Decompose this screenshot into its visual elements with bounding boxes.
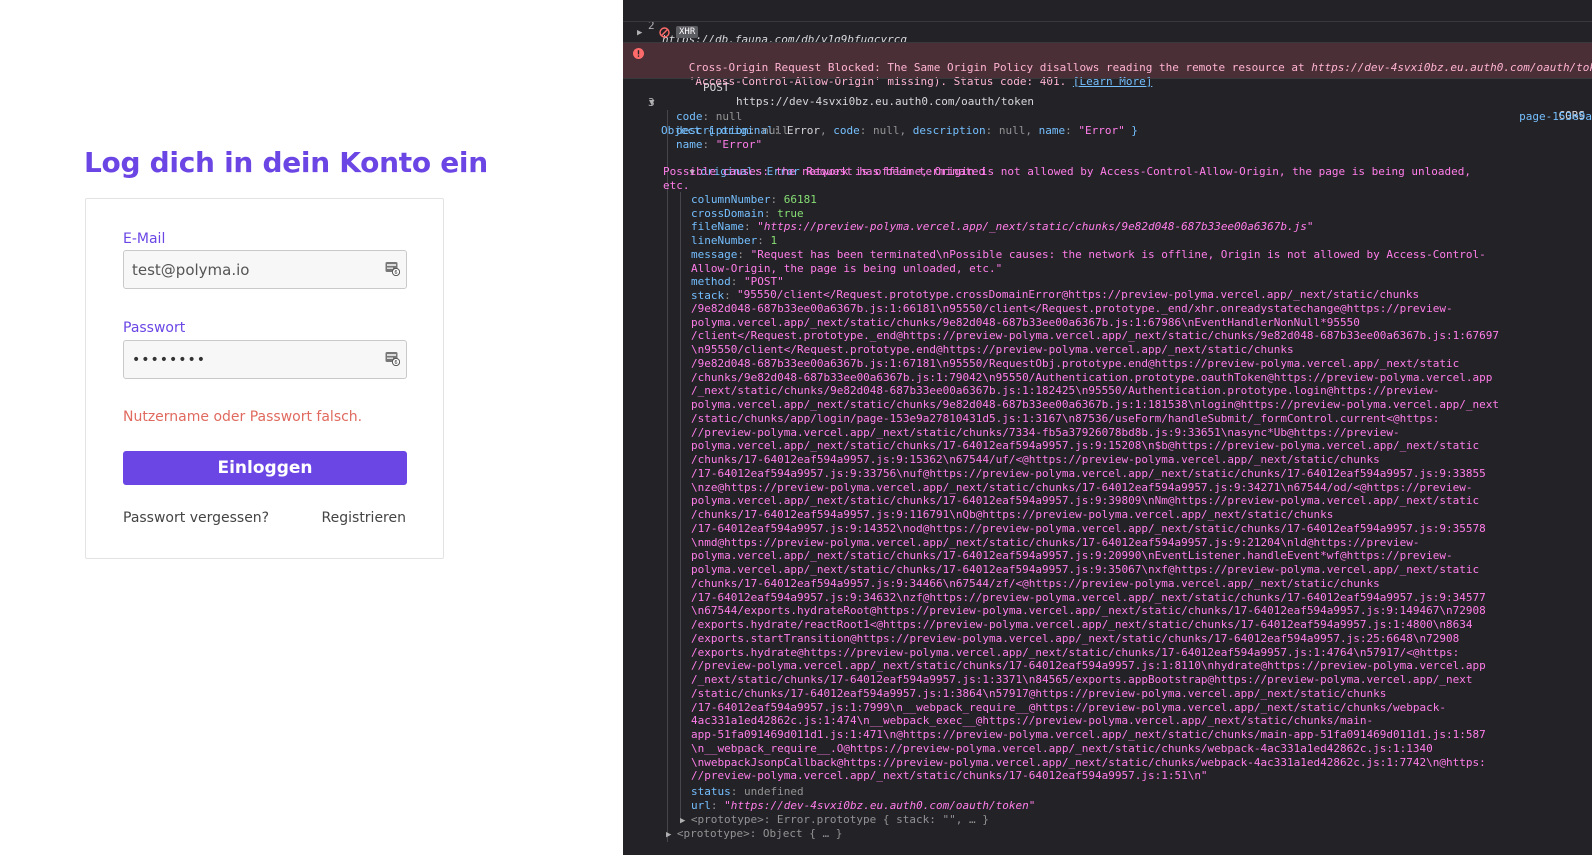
- stack-line: polyma.vercel.app/_next/static/chunks/17…: [691, 494, 1480, 508]
- prop-line-number: lineNumber: 1: [691, 234, 778, 247]
- stack-line: /exports.startTransition@https://preview…: [691, 631, 1460, 645]
- expand-arrow-icon[interactable]: ▶: [680, 816, 691, 826]
- stack-line: polyma.vercel.app/_next/static/chunks/17…: [691, 439, 1480, 453]
- svg-text:6: 6: [394, 270, 397, 276]
- stack-line: \n67544/exports.hydrateRoot@https://prev…: [691, 604, 1486, 618]
- stack-line: /9e82d048-687b33ee00a6367b.js:1:67181\n9…: [691, 356, 1460, 370]
- prop-name: name: "Error": [676, 138, 763, 151]
- prop-code: code: null: [676, 110, 743, 123]
- error-url[interactable]: https://dev-4svxi0bz.eu.auth0.com/oauth/…: [1311, 61, 1592, 74]
- stack-line: 4ac331a1ed42862c.js:1:474\n__webpack_exe…: [691, 714, 1374, 728]
- devtools-console: 2 https://db.fauna.com/db/y1g9bfuqcyrcq …: [623, 0, 1592, 855]
- forgot-password-link[interactable]: Passwort vergessen?: [123, 510, 269, 526]
- prop-description: description: null: [676, 124, 789, 137]
- prototype-row[interactable]: ▶ <prototype>: Object { … }: [666, 827, 1592, 843]
- stack-trace: "95550/client</Request.prototype.crossDo…: [691, 288, 1591, 783]
- stack-line: //preview-polyma.vercel.app/_next/static…: [691, 425, 1400, 439]
- email-field[interactable]: [123, 250, 407, 289]
- stack-line: polyma.vercel.app/_next/static/chunks/17…: [691, 549, 1453, 563]
- email-label: E-Mail: [123, 231, 166, 247]
- stack-line: //preview-polyma.vercel.app/_next/static…: [691, 769, 1208, 783]
- stack-line: /static/chunks/app/login/page-153e9a2781…: [691, 411, 1440, 425]
- stack-line: /exports.hydrate@https://preview-polyma.…: [691, 645, 1460, 659]
- stack-line: //preview-polyma.vercel.app/_next/static…: [691, 659, 1486, 673]
- tree-guide: [680, 192, 681, 822]
- stack-line: \nze@https://preview-polyma.vercel.app/_…: [691, 480, 1473, 494]
- prop-method: method: "POST": [691, 275, 784, 288]
- stack-line: /chunks/17-64012eaf594a9957.js:9:15362\n…: [691, 453, 1380, 466]
- stack-line: /chunks/17-64012eaf594a9957.js:9:116791\…: [691, 508, 1334, 521]
- stack-line: /17-64012eaf594a9957.js:9:14352\nod@http…: [691, 521, 1486, 535]
- collapse-arrow-icon[interactable]: ▼: [649, 97, 654, 111]
- stack-line: \n95550/client</Request.prototype.end@ht…: [691, 343, 1294, 356]
- stack-line: polyma.vercel.app/_next/static/chunks/9e…: [691, 315, 1360, 329]
- error-causes-text: Possible causes: the network is offline,…: [663, 165, 1471, 178]
- prop-cross-domain: crossDomain: true: [691, 207, 804, 220]
- xhr-badge: XHR: [676, 26, 699, 38]
- prop-message: message: "Request has been terminated\nP…: [691, 248, 1486, 261]
- stack-line: \nmd@https://preview-polyma.vercel.app/_…: [691, 535, 1420, 549]
- stack-line: /17-64012eaf594a9957.js:9:34632\nzf@http…: [691, 590, 1486, 604]
- stack-line: polyma.vercel.app/_next/static/chunks/9e…: [691, 398, 1499, 411]
- stack-line: \n__webpack_require__.O@https://preview-…: [691, 741, 1433, 755]
- tree-guide: [667, 110, 668, 842]
- login-card: E-Mail 6 Passwort 6 Nutzername oder Pass…: [85, 198, 444, 559]
- password-manager-icon[interactable]: 6: [385, 261, 400, 276]
- login-page: Log dich in dein Konto ein E-Mail 6 Pass…: [0, 0, 623, 855]
- prop-file-name: fileName: "https://preview-polyma.vercel…: [691, 220, 1314, 233]
- error-icon: [633, 48, 644, 59]
- stack-line: /client</Request.prototype._end@https://…: [691, 329, 1499, 343]
- stack-line: /_next/static/chunks/17-64012eaf594a9957…: [691, 673, 1473, 686]
- stack-line: /chunks/17-64012eaf594a9957.js:9:34466\n…: [691, 576, 1380, 590]
- error-causes-text: etc.: [663, 179, 690, 192]
- password-manager-icon[interactable]: 6: [385, 351, 400, 366]
- stack-line: /exports.hydrate/reactRoot1<@https://pre…: [691, 618, 1473, 631]
- stack-line: \nwebpackJsonpCallback@https://preview-p…: [691, 755, 1486, 769]
- stack-line: /chunks/9e82d048-687b33ee00a6367b.js:1:7…: [691, 370, 1493, 384]
- stack-line: "95550/client</Request.prototype.crossDo…: [737, 288, 1420, 301]
- stack-line: app-51fa091469d011d1.js:1:471\n@https://…: [691, 728, 1486, 741]
- login-error-message: Nutzername oder Passwort falsch.: [123, 409, 363, 425]
- stack-line: /static/chunks/17-64012eaf594a9957.js:1:…: [691, 686, 1387, 700]
- svg-text:6: 6: [394, 360, 397, 366]
- prop-message-cont: Allow-Origin, the page is being unloaded…: [691, 262, 1003, 275]
- prop-column-number: columnNumber: 66181: [691, 193, 817, 206]
- expand-arrow-icon[interactable]: ▶: [666, 830, 677, 840]
- stack-line: /_next/static/chunks/9e82d048-687b33ee00…: [691, 384, 1440, 398]
- password-field[interactable]: [123, 340, 407, 379]
- stack-line: polyma.vercel.app/_next/static/chunks/17…: [691, 563, 1480, 576]
- page-title: Log dich in dein Konto ein: [84, 146, 488, 179]
- login-button[interactable]: Einloggen: [123, 451, 407, 485]
- register-link[interactable]: Registrieren: [322, 510, 406, 526]
- blocked-icon: [659, 27, 670, 38]
- stack-line: /9e82d048-687b33ee00a6367b.js:1:66181\n9…: [691, 301, 1453, 315]
- stack-line: /17-64012eaf594a9957.js:1:7999\n__webpac…: [691, 700, 1446, 714]
- divider: [623, 21, 1592, 22]
- prop-status: status: undefined: [691, 785, 804, 798]
- expand-arrow-icon[interactable]: ▶: [637, 27, 642, 41]
- stack-line: /17-64012eaf594a9957.js:9:33756\nuf@http…: [691, 466, 1486, 480]
- divider: [623, 78, 1592, 79]
- cors-error-row: Cross-Origin Request Blocked: The Same O…: [623, 43, 1592, 88]
- prop-url: url: "https://dev-4svxi0bz.eu.auth0.com/…: [691, 799, 1036, 812]
- password-label: Passwort: [123, 320, 186, 336]
